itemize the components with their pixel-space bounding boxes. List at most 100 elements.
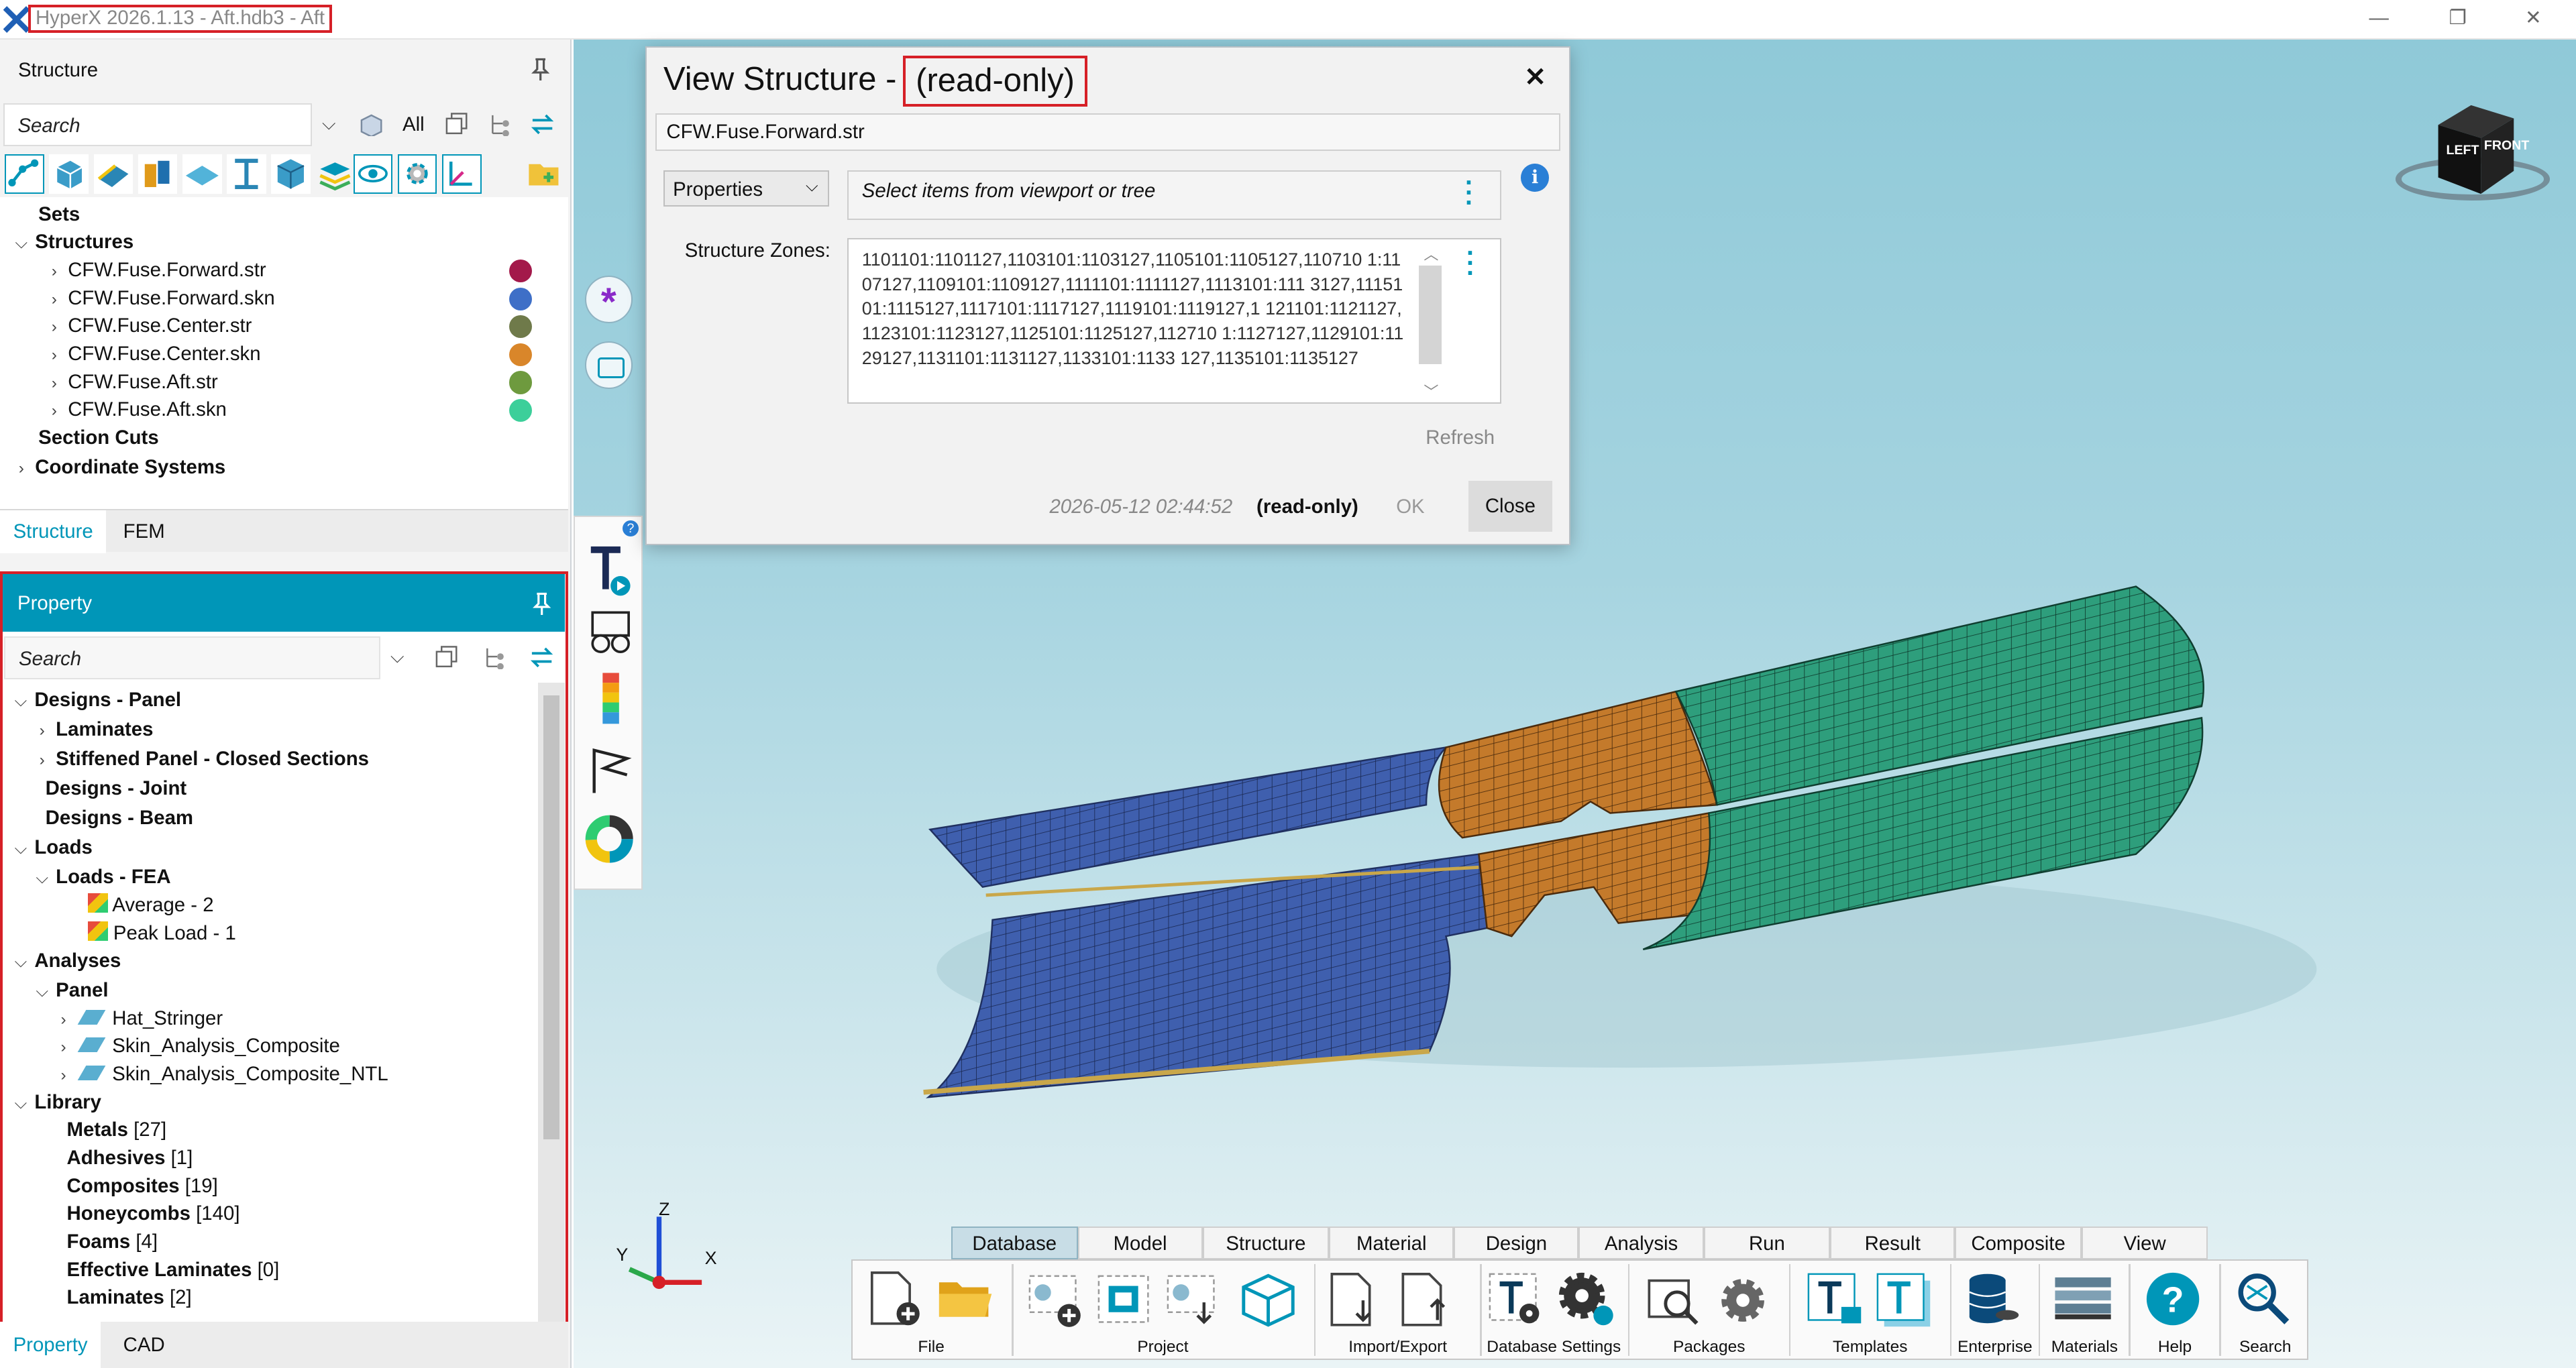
tree-node-coordinate-systems[interactable]: › Coordinate Systems xyxy=(13,453,226,483)
minimize-icon[interactable]: — xyxy=(2359,3,2399,33)
enterprise-database-icon[interactable] xyxy=(1963,1267,2022,1330)
beam-tool-icon[interactable] xyxy=(138,154,178,194)
structure-name-field[interactable]: CFW.Fuse.Forward.str xyxy=(655,113,1561,151)
ribbon-tab-view[interactable]: View xyxy=(2081,1227,2208,1260)
tree-item-structure[interactable]: › CFW.Fuse.Center.str xyxy=(46,312,252,341)
color-swatch[interactable] xyxy=(509,371,533,394)
tree-item[interactable]: Peak Load - 1 xyxy=(88,919,236,948)
search-icon[interactable] xyxy=(2233,1269,2295,1328)
ribbon-tab-model[interactable]: Model xyxy=(1077,1227,1203,1260)
chevron-right-icon[interactable]: › xyxy=(46,369,62,398)
chevron-right-icon[interactable]: › xyxy=(55,1062,71,1090)
tree-node[interactable]: Designs - Beam xyxy=(46,804,193,832)
package-search-icon[interactable] xyxy=(1644,1271,1703,1330)
joint-tool-icon[interactable] xyxy=(353,154,393,194)
chevron-down-icon[interactable]: ⌵ xyxy=(34,978,50,1006)
library-item[interactable]: Metals [27] xyxy=(67,1116,167,1144)
glasses-view-icon[interactable] xyxy=(584,608,637,660)
tree-node[interactable]: › Stiffened Panel - Closed Sections xyxy=(34,745,369,775)
folder-add-icon[interactable] xyxy=(524,154,564,194)
tree-item-structure[interactable]: › CFW.Fuse.Forward.str xyxy=(46,256,266,286)
chevron-down-icon[interactable]: ⌵ xyxy=(13,687,29,716)
info-icon[interactable]: i xyxy=(1521,164,1549,192)
color-swatch[interactable] xyxy=(509,259,533,283)
library-item[interactable]: Foams [4] xyxy=(67,1228,158,1256)
materials-icon[interactable] xyxy=(2053,1274,2112,1326)
library-item[interactable]: Adhesives [1] xyxy=(67,1144,193,1172)
property-scrollbar[interactable]: ︿ ﹀ xyxy=(538,682,565,1348)
structure-search-input[interactable]: Search xyxy=(3,103,313,146)
tree-node[interactable]: › Laminates xyxy=(34,716,154,745)
text-settings-icon[interactable] xyxy=(1487,1271,1546,1330)
hierarchy-icon[interactable] xyxy=(482,645,508,670)
chevron-right-icon[interactable]: › xyxy=(46,397,62,425)
solid-tool-icon[interactable] xyxy=(49,154,89,194)
open-folder-icon[interactable] xyxy=(936,1274,995,1323)
sync-icon[interactable] xyxy=(529,645,555,670)
ok-button[interactable]: OK xyxy=(1396,496,1424,518)
tab-fem[interactable]: FEM xyxy=(110,510,178,553)
flag-icon[interactable] xyxy=(584,744,637,796)
close-icon[interactable]: ✕ xyxy=(1524,62,1546,93)
close-window-icon[interactable]: ✕ xyxy=(2514,3,2553,33)
select-items-field[interactable]: Select items from viewport or tree xyxy=(847,170,1501,220)
color-swatch[interactable] xyxy=(509,287,533,310)
ribbon-tab-result[interactable]: Result xyxy=(1830,1227,1955,1260)
rectangle-select-icon[interactable] xyxy=(584,341,633,390)
package-box-icon[interactable] xyxy=(1237,1271,1299,1330)
tab-property[interactable]: Property xyxy=(0,1322,101,1368)
ribbon-tab-database[interactable]: Database xyxy=(951,1227,1078,1260)
view-cube[interactable]: LEFT FRONT xyxy=(2392,102,2557,207)
tree-item[interactable]: › Hat_Stringer xyxy=(55,1005,223,1034)
help-badge-icon[interactable]: ? xyxy=(622,520,639,537)
chevron-right-icon[interactable]: › xyxy=(46,313,62,341)
new-file-icon[interactable] xyxy=(865,1269,924,1328)
project-import-icon[interactable] xyxy=(1165,1273,1224,1328)
pin-icon[interactable] xyxy=(532,592,551,616)
library-item[interactable]: Composites [19] xyxy=(67,1172,218,1200)
tree-node[interactable]: ⌵ Panel xyxy=(34,976,108,1006)
scrollbar-thumb[interactable] xyxy=(1419,265,1442,364)
tab-cad[interactable]: CAD xyxy=(110,1322,178,1366)
chevron-right-icon[interactable]: › xyxy=(46,258,62,286)
pin-icon[interactable] xyxy=(531,58,550,80)
library-item[interactable]: Effective Laminates [0] xyxy=(67,1256,280,1284)
ribbon-tab-material[interactable]: Material xyxy=(1329,1227,1454,1260)
tree-item[interactable]: › Skin_Analysis_Composite_NTL xyxy=(55,1060,388,1090)
i-beam-tool-icon[interactable] xyxy=(226,154,266,194)
tree-node-structures[interactable]: ⌵ Structures xyxy=(13,228,134,258)
packages-gear-icon[interactable] xyxy=(1713,1271,1772,1330)
chevron-down-icon[interactable]: ⌵ xyxy=(13,835,29,863)
color-swatch[interactable] xyxy=(509,315,533,339)
chevron-down-icon[interactable]: ⌵ xyxy=(322,113,335,135)
tree-item[interactable]: Average - 2 xyxy=(88,891,214,919)
project-frame-icon[interactable] xyxy=(1095,1273,1155,1328)
tree-item-structure[interactable]: › CFW.Fuse.Aft.skn xyxy=(46,396,227,425)
scroll-up-icon[interactable]: ︿ xyxy=(1424,243,1438,264)
properties-dropdown[interactable]: Properties ⌵ xyxy=(663,170,830,207)
library-item[interactable]: Honeycombs [140] xyxy=(67,1200,240,1228)
color-swatch[interactable] xyxy=(509,343,533,367)
center-skin-upper[interactable] xyxy=(1438,690,1718,839)
export-icon[interactable] xyxy=(1398,1271,1454,1330)
chevron-down-icon[interactable]: ⌵ xyxy=(13,948,29,976)
chevron-right-icon[interactable]: › xyxy=(34,746,50,775)
refresh-button[interactable]: Refresh xyxy=(1426,426,1495,449)
new-project-icon[interactable] xyxy=(1026,1273,1085,1328)
tree-node[interactable]: ⌵ Library xyxy=(13,1088,101,1118)
tree-node[interactable]: Designs - Joint xyxy=(46,775,187,803)
ribbon-tab-design[interactable]: Design xyxy=(1454,1227,1579,1260)
collapse-icon[interactable] xyxy=(433,645,460,670)
chevron-right-icon[interactable]: › xyxy=(55,1033,71,1062)
ribbon-tab-composite[interactable]: Composite xyxy=(1955,1227,2082,1260)
layers-tool-icon[interactable] xyxy=(315,154,355,194)
gear-tool-icon[interactable] xyxy=(397,154,437,194)
help-icon[interactable]: ? xyxy=(2143,1269,2202,1328)
chevron-down-icon[interactable]: ⌵ xyxy=(390,646,404,668)
tree-node[interactable]: ⌵ Analyses xyxy=(13,947,121,976)
cube-front-face[interactable]: FRONT xyxy=(2484,138,2529,154)
chevron-down-icon[interactable]: ⌵ xyxy=(13,229,30,258)
sync-icon[interactable] xyxy=(529,112,555,137)
import-icon[interactable] xyxy=(1327,1271,1383,1330)
text-tutorial-icon[interactable] xyxy=(584,543,637,599)
